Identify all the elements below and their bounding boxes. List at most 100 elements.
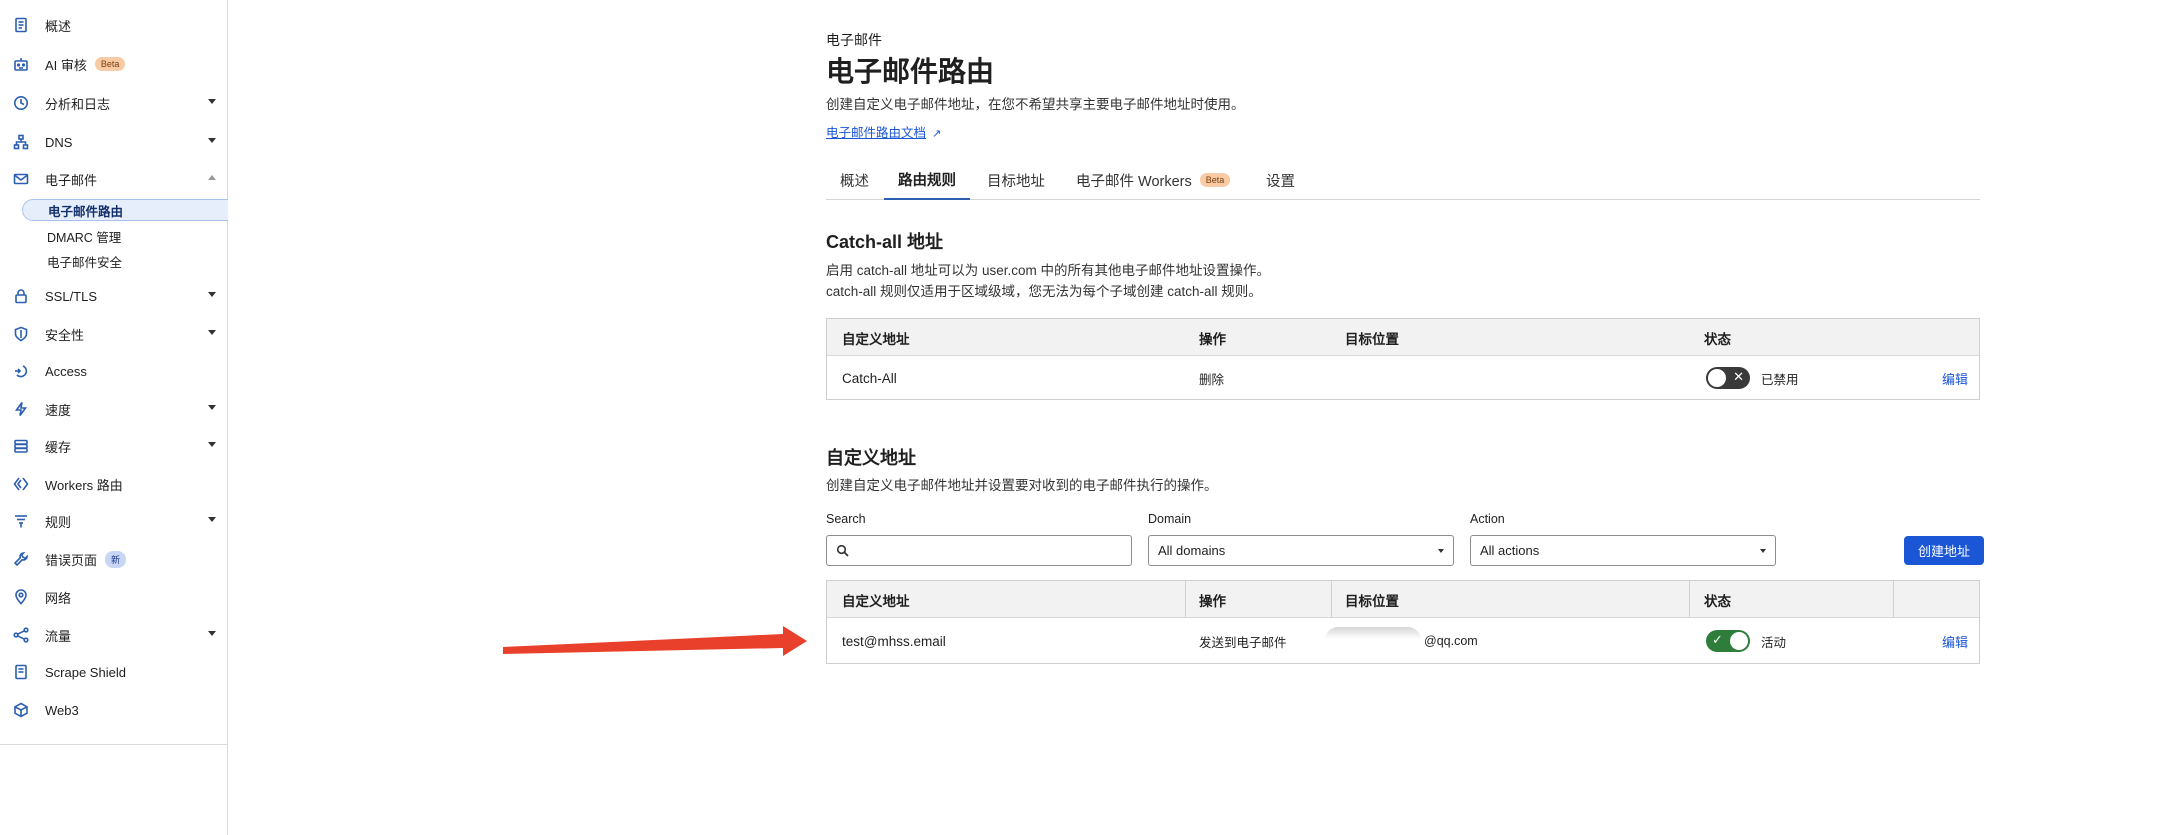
x-icon: ✕ — [1733, 369, 1744, 384]
column-divider — [1185, 581, 1186, 618]
catch-all-edit-link[interactable]: 编辑 — [1942, 357, 1968, 400]
sidebar-item-label: Web3 — [45, 702, 79, 718]
sidebar-item-label: AI 审核 — [45, 57, 87, 73]
column-divider — [1893, 581, 1894, 618]
column-header: 自定义地址 — [842, 331, 910, 347]
column-divider — [1689, 581, 1690, 618]
sidebar-item-label: SSL/TLS — [45, 288, 98, 304]
clock-chart-icon — [12, 94, 30, 112]
network-tree-icon — [12, 133, 30, 151]
sidebar-item-network[interactable]: 网络 — [0, 582, 228, 612]
column-header: 目标位置 — [1345, 331, 1399, 347]
domain-select[interactable]: All domains — [1148, 535, 1454, 566]
sidebar-item-ai-audit[interactable]: AI 审核 Beta — [0, 49, 228, 79]
sidebar-subitem-dmarc[interactable]: DMARC 管理 — [22, 225, 228, 247]
sidebar-subitem-email-routing[interactable]: 电子邮件路由 — [22, 199, 228, 221]
sidebar: 概述 AI 审核 Beta 分析和日志 DNS 电子邮件 电子邮件路由 DMAR… — [0, 0, 228, 835]
catch-all-status-text: 已禁用 — [1761, 373, 1799, 387]
column-header: 目标位置 — [1345, 593, 1399, 609]
custom-address-status-toggle[interactable]: ✓ — [1706, 630, 1750, 652]
domain-label: Domain — [1148, 512, 1192, 526]
catch-all-status-toggle[interactable]: ✕ — [1706, 367, 1750, 389]
docs-link[interactable]: 电子邮件路由文档 ↗ — [826, 122, 941, 141]
access-arrow-icon — [12, 362, 30, 380]
page-title: 电子邮件路由 — [826, 56, 995, 87]
cube-icon — [12, 701, 30, 719]
sidebar-item-label: 缓存 — [45, 439, 72, 455]
sidebar-item-cache[interactable]: 缓存 — [0, 431, 228, 461]
sidebar-item-speed[interactable]: 速度 — [0, 394, 228, 424]
chevron-down-icon — [1438, 549, 1444, 553]
check-icon: ✓ — [1712, 632, 1723, 647]
sidebar-item-dns[interactable]: DNS — [0, 127, 228, 157]
chevron-down-icon — [208, 517, 216, 522]
tab-email-workers[interactable]: 电子邮件 Workers Beta — [1062, 160, 1244, 200]
catch-all-desc-line1: 启用 catch-all 地址可以为 user.com 中的所有其他电子邮件地址… — [826, 263, 1271, 278]
sidebar-item-overview[interactable]: 概述 — [0, 10, 228, 40]
sidebar-item-label: 规则 — [45, 514, 72, 530]
tab-destination-addresses[interactable]: 目标地址 — [973, 160, 1059, 200]
database-icon — [12, 437, 30, 455]
table-header: 自定义地址 操作 目标位置 状态 — [827, 581, 1979, 618]
custom-address-action: 发送到电子邮件 — [1199, 635, 1287, 650]
sidebar-item-error-pages[interactable]: 错误页面 新 — [0, 544, 228, 574]
robot-icon — [12, 55, 30, 73]
action-select[interactable]: All actions — [1470, 535, 1776, 566]
sidebar-divider — [0, 744, 228, 745]
redaction-blur — [1325, 627, 1421, 653]
sidebar-subitem-email-security[interactable]: 电子邮件安全 — [22, 250, 228, 272]
sidebar-item-traffic[interactable]: 流量 — [0, 620, 228, 650]
sidebar-item-label: Workers 路由 — [45, 477, 123, 493]
sidebar-item-access[interactable]: Access — [0, 356, 228, 386]
sidebar-item-label: 概述 — [45, 18, 72, 34]
sidebar-item-label: DNS — [45, 134, 73, 150]
share-nodes-icon — [12, 626, 30, 644]
column-header: 自定义地址 — [842, 593, 910, 609]
sidebar-item-label: 网络 — [45, 590, 72, 606]
action-label: Action — [1470, 512, 1505, 526]
breadcrumb: 电子邮件 — [826, 32, 882, 48]
red-arrow-shape — [503, 626, 807, 656]
sidebar-item-label: 流量 — [45, 628, 72, 644]
search-input[interactable] — [826, 535, 1132, 566]
sidebar-item-workers-routes[interactable]: Workers 路由 — [0, 469, 228, 499]
chevron-down-icon — [208, 631, 216, 636]
sidebar-item-rules[interactable]: 规则 — [0, 506, 228, 536]
annotation-arrow — [503, 626, 807, 656]
column-divider — [1331, 581, 1332, 618]
sidebar-item-label: 速度 — [45, 402, 72, 418]
custom-address-edit-link[interactable]: 编辑 — [1942, 619, 1968, 663]
tab-routing-rules[interactable]: 路由规则 — [884, 160, 970, 200]
funnel-icon — [12, 512, 30, 530]
sidebar-item-email[interactable]: 电子邮件 — [0, 164, 228, 194]
chevron-down-icon — [208, 292, 216, 297]
catch-all-table: 自定义地址 操作 目标位置 状态 Catch-All 删除 ✕ 已禁用 编辑 — [826, 318, 1980, 400]
custom-addresses-desc: 创建自定义电子邮件地址并设置要对收到的电子邮件执行的操作。 — [826, 478, 1218, 493]
tab-overview[interactable]: 概述 — [826, 160, 883, 200]
beta-badge: Beta — [1199, 173, 1231, 187]
custom-addresses-table: 自定义地址 操作 目标位置 状态 test@mhss.email 发送到电子邮件… — [826, 580, 1980, 664]
chevron-down-icon — [1760, 549, 1766, 553]
tab-settings[interactable]: 设置 — [1252, 160, 1309, 200]
column-header: 操作 — [1199, 331, 1226, 347]
sidebar-item-scrape-shield[interactable]: Scrape Shield — [0, 657, 228, 687]
bolt-icon — [12, 400, 30, 418]
sidebar-item-security[interactable]: 安全性 — [0, 319, 228, 349]
beta-badge: Beta — [94, 57, 126, 71]
shield-icon — [12, 325, 30, 343]
sidebar-item-ssl-tls[interactable]: SSL/TLS — [0, 281, 228, 311]
column-header: 状态 — [1704, 331, 1731, 347]
sidebar-item-analytics[interactable]: 分析和日志 — [0, 88, 228, 118]
table-header: 自定义地址 操作 目标位置 状态 — [827, 319, 1979, 356]
sidebar-item-web3[interactable]: Web3 — [0, 695, 228, 725]
chevron-down-icon — [208, 138, 216, 143]
workers-icon — [12, 475, 30, 493]
page-description: 创建自定义电子邮件地址，在您不希望共享主要电子邮件地址时使用。 — [826, 97, 1245, 112]
catch-all-title: Catch-all 地址 — [826, 232, 944, 252]
sidebar-item-label: Access — [45, 363, 87, 379]
sidebar-item-label: 电子邮件 — [45, 172, 98, 188]
custom-addresses-title: 自定义地址 — [826, 448, 916, 468]
chevron-down-icon — [208, 330, 216, 335]
create-address-button[interactable]: 创建地址 — [1904, 536, 1984, 565]
search-icon — [836, 544, 849, 557]
